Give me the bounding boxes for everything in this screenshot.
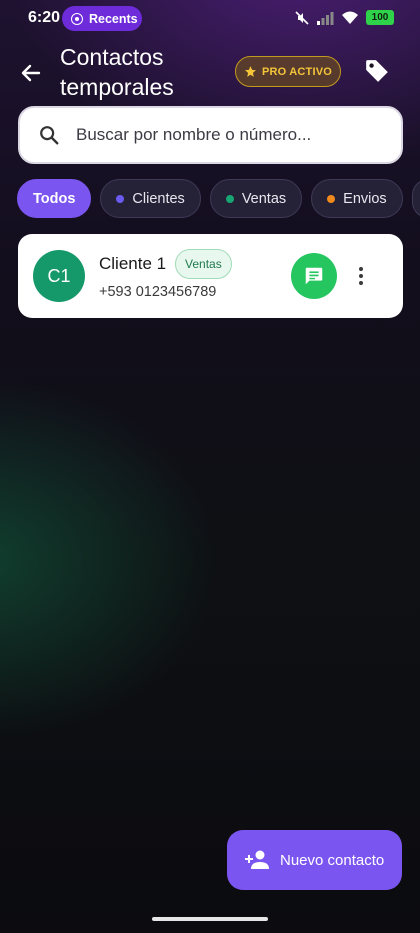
recents-icon [71, 12, 83, 25]
back-button[interactable] [14, 56, 48, 90]
new-contact-label: Nuevo contacto [280, 851, 385, 869]
chip-ventas[interactable]: Ventas [209, 179, 303, 218]
chip-label: Ventas [241, 190, 287, 207]
message-button[interactable] [291, 253, 337, 299]
avatar-initials: C1 [47, 265, 71, 286]
chat-icon [305, 267, 323, 285]
chip-label: Envios [343, 190, 387, 207]
chip-label: Todos [33, 190, 76, 207]
more-options-icon[interactable] [351, 261, 371, 291]
status-time: 6:20 [28, 9, 61, 26]
pro-badge-label: PRO ACTIVO [261, 65, 333, 78]
filter-chips: Todos Clientes Ventas Envios [17, 179, 420, 218]
battery-level: 100 [371, 12, 389, 23]
chip-color-dot [327, 194, 336, 203]
page-title: Contactos temporales [60, 44, 174, 100]
status-bar: 6:20 Recents 100 [0, 0, 420, 38]
tag-icon [366, 60, 388, 82]
search-icon [24, 124, 74, 146]
battery-icon: 100 [366, 10, 394, 25]
search-input[interactable] [76, 125, 401, 145]
pro-badge[interactable]: PRO ACTIVO [235, 56, 341, 87]
chip-color-dot [116, 194, 125, 203]
contact-name: Cliente 1 [99, 254, 167, 273]
new-contact-button[interactable]: Nuevo contacto [227, 830, 402, 890]
signal-icon [317, 11, 334, 25]
home-indicator[interactable] [152, 917, 268, 921]
chip-envios[interactable]: Envios [311, 179, 403, 218]
chip-color-dot [225, 194, 234, 203]
mute-icon [295, 10, 309, 25]
chip-more[interactable] [411, 179, 420, 218]
chip-label: Clientes [132, 190, 185, 207]
contact-phone: +593 0123456789 [99, 284, 217, 300]
labels-button[interactable] [360, 54, 394, 88]
search-box[interactable] [18, 106, 403, 164]
star-icon [245, 66, 256, 77]
arrow-left-icon [21, 64, 41, 82]
wifi-icon [342, 11, 358, 24]
recents-pill[interactable]: Recents [62, 6, 142, 31]
contact-tag-badge: Ventas [175, 249, 232, 279]
chip-todos[interactable]: Todos [17, 179, 92, 218]
avatar: C1 [33, 250, 85, 302]
chip-clientes[interactable]: Clientes [100, 179, 201, 218]
recents-label: Recents [89, 11, 138, 26]
contact-card[interactable]: C1 Cliente 1 Ventas +593 0123456789 [18, 234, 403, 318]
person-add-icon [245, 850, 269, 869]
status-icons: 100 [295, 10, 394, 25]
